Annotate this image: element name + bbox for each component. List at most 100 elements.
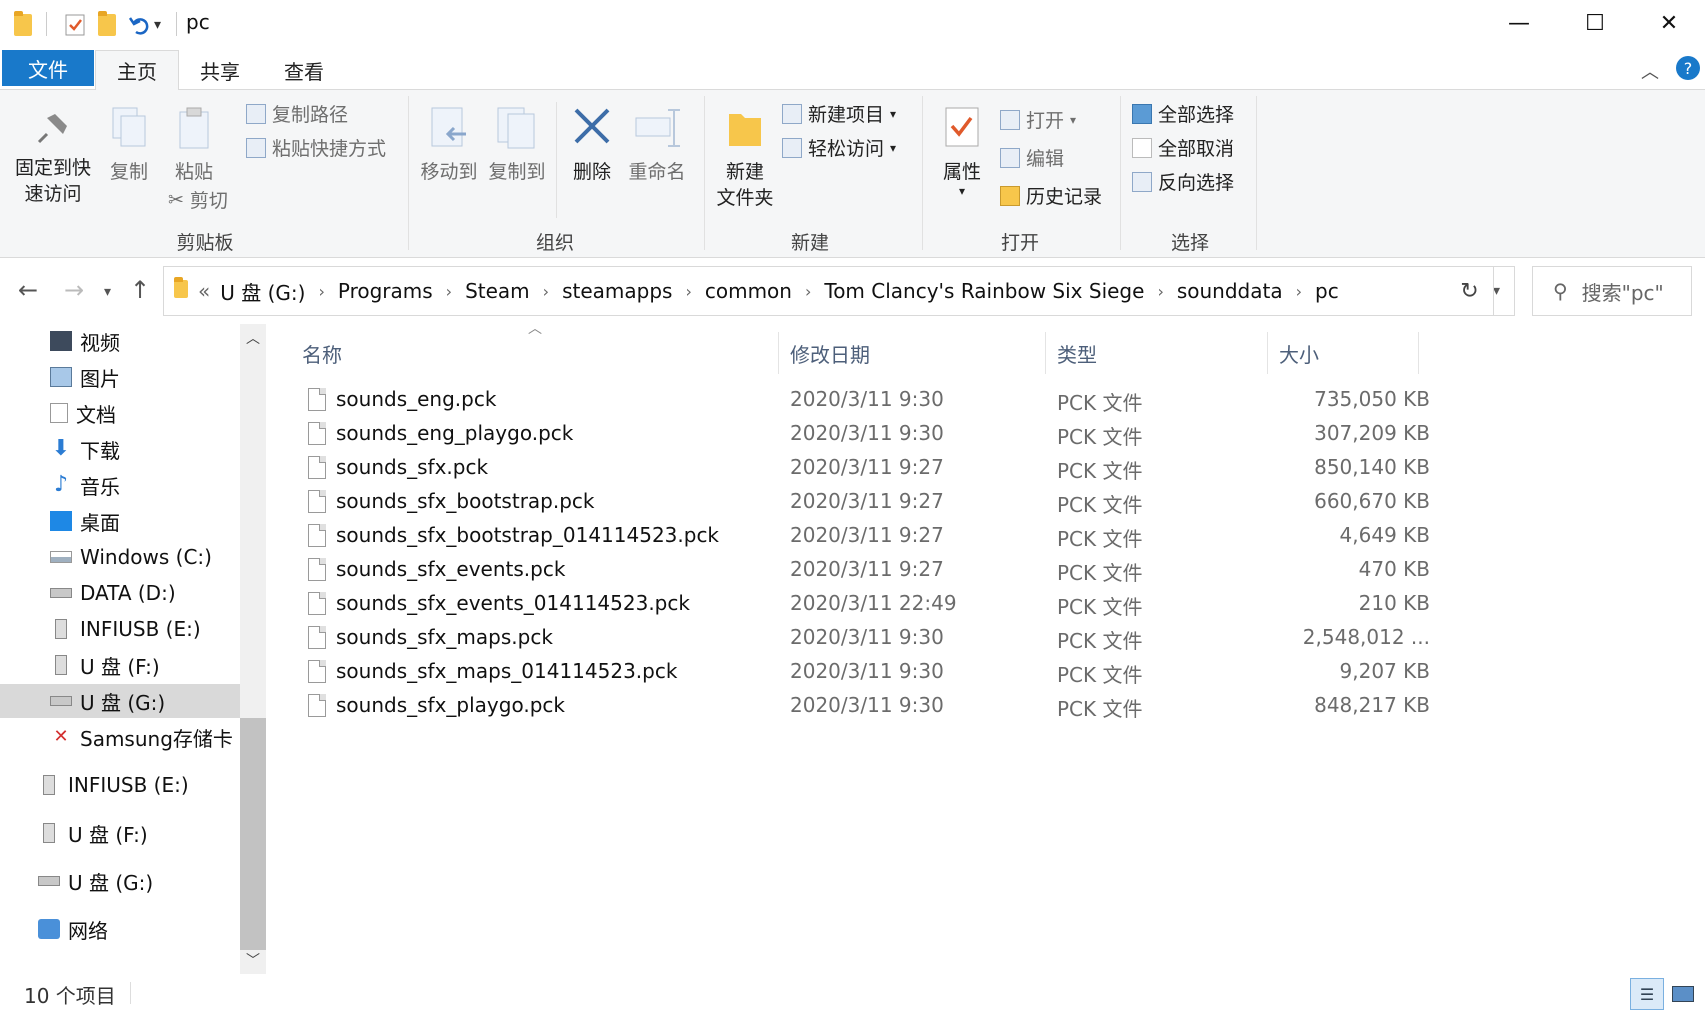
- file-row[interactable]: sounds_eng.pck 2020/3/11 9:30 PCK 文件 735,05…: [290, 382, 1430, 416]
- tab-share[interactable]: 共享: [184, 50, 256, 90]
- file-size: 4,649 KB: [1339, 523, 1430, 547]
- large-icons-view-button[interactable]: [1666, 978, 1700, 1010]
- nav-item-infiusb-e[interactable]: INFIUSB (E:): [38, 768, 240, 802]
- forward-arrow-icon[interactable]: →: [64, 276, 84, 304]
- open-button[interactable]: 打开 ▾: [1000, 106, 1076, 133]
- file-row[interactable]: sounds_sfx_events.pck 2020/3/11 9:27 PCK 文…: [290, 552, 1430, 586]
- breadcrumb-drive[interactable]: U 盘 (G:): [220, 277, 305, 306]
- tab-file[interactable]: 文件: [2, 50, 94, 86]
- tab-view[interactable]: 查看: [268, 50, 340, 90]
- nav-item-documents[interactable]: 文档: [50, 396, 240, 430]
- easy-access-button[interactable]: 轻松访问 ▾: [782, 134, 896, 161]
- column-divider[interactable]: [778, 332, 779, 374]
- new-folder-button[interactable]: 新建 文件夹: [710, 104, 780, 211]
- delete-button[interactable]: 删除: [566, 104, 618, 185]
- paste-shortcut-button[interactable]: 粘贴快捷方式: [246, 134, 386, 161]
- column-header-name[interactable]: 名称: [302, 332, 772, 374]
- nav-scrollbar-thumb[interactable]: [240, 718, 266, 950]
- close-button[interactable]: ✕: [1631, 0, 1705, 46]
- column-header-date[interactable]: 修改日期: [790, 332, 1040, 374]
- nav-item-u-f[interactable]: U 盘 (F:): [38, 816, 240, 850]
- back-arrow-icon[interactable]: ←: [18, 276, 38, 304]
- maximize-button[interactable]: ☐: [1557, 0, 1633, 46]
- column-divider[interactable]: [1267, 332, 1268, 374]
- breadcrumb-separator-icon[interactable]: ›: [805, 282, 811, 301]
- file-row[interactable]: sounds_sfx_maps.pck 2020/3/11 9:30 PCK 文件 2…: [290, 620, 1430, 654]
- breadcrumb-separator-icon[interactable]: ›: [1296, 282, 1302, 301]
- file-row[interactable]: sounds_sfx_bootstrap_014114523.pck 2020/3…: [290, 518, 1430, 552]
- file-row[interactable]: sounds_sfx_bootstrap.pck 2020/3/11 9:27 PC…: [290, 484, 1430, 518]
- properties-quick-icon[interactable]: [64, 12, 86, 38]
- nav-item-drive-d[interactable]: DATA (D:): [50, 576, 240, 610]
- collapse-ribbon-chevron-icon[interactable]: ︿: [1641, 58, 1659, 84]
- nav-item-samsung-card[interactable]: ✕ Samsung存储卡 (: [50, 720, 240, 754]
- nav-item-drive-f[interactable]: U 盘 (F:): [50, 648, 240, 682]
- file-row[interactable]: sounds_sfx_playgo.pck 2020/3/11 9:30 PCK 文…: [290, 688, 1430, 722]
- new-item-button[interactable]: 新建项目 ▾: [782, 100, 896, 127]
- minimize-button[interactable]: —: [1481, 0, 1557, 46]
- scroll-up-icon[interactable]: ︿: [240, 328, 266, 348]
- nav-item-videos[interactable]: 视频: [50, 324, 240, 358]
- up-arrow-icon[interactable]: ↑: [130, 276, 150, 304]
- details-view-button[interactable]: ☰: [1630, 978, 1664, 1010]
- move-to-button[interactable]: 移动到: [416, 104, 482, 185]
- help-button[interactable]: ?: [1676, 56, 1700, 80]
- nav-item-pictures[interactable]: 图片: [50, 360, 240, 394]
- address-bar[interactable]: « U 盘 (G:) › Programs › Steam › steamapps › …: [163, 266, 1515, 316]
- nav-item-drive-e[interactable]: INFIUSB (E:): [50, 612, 240, 646]
- select-all-button[interactable]: 全部选择: [1132, 100, 1234, 127]
- properties-button[interactable]: 属性 ▾: [934, 104, 990, 197]
- file-icon: [308, 558, 326, 581]
- breadcrumb-programs[interactable]: Programs: [338, 279, 433, 303]
- invert-selection-button[interactable]: 反向选择: [1132, 168, 1234, 195]
- search-box[interactable]: ⚲ 搜索"pc": [1532, 266, 1692, 316]
- breadcrumb-steam[interactable]: Steam: [465, 279, 530, 303]
- nav-item-music[interactable]: ♪ 音乐: [50, 468, 240, 502]
- rename-button[interactable]: 重命名: [624, 104, 690, 185]
- nav-item-u-g[interactable]: U 盘 (G:): [38, 864, 240, 898]
- column-header-type[interactable]: 类型: [1057, 332, 1257, 374]
- address-history-chevron-icon[interactable]: ▾: [1493, 283, 1500, 299]
- breadcrumb-separator-icon[interactable]: ›: [1157, 282, 1163, 301]
- nav-item-network[interactable]: 网络: [38, 912, 240, 946]
- new-folder-quick-icon[interactable]: [98, 11, 116, 38]
- breadcrumb-pc[interactable]: pc: [1315, 279, 1339, 303]
- pin-quick-access-button[interactable]: 固定到快 速访问: [8, 108, 98, 207]
- paste-button[interactable]: 粘贴: [168, 104, 220, 185]
- breadcrumb-overflow[interactable]: «: [198, 279, 210, 303]
- customize-toolbar-chevron-icon[interactable]: ▾: [154, 12, 161, 38]
- edit-button[interactable]: 编辑: [1000, 144, 1064, 171]
- nav-item-desktop[interactable]: 桌面: [50, 504, 240, 538]
- column-header-size[interactable]: 大小: [1279, 332, 1419, 374]
- file-date: 2020/3/11 9:30: [790, 387, 944, 411]
- copy-button[interactable]: 复制: [104, 104, 154, 185]
- breadcrumb-separator-icon[interactable]: ›: [446, 282, 452, 301]
- recent-locations-chevron-icon[interactable]: ▾: [104, 284, 111, 300]
- breadcrumb-separator-icon[interactable]: ›: [318, 282, 324, 301]
- nav-item-drive-c[interactable]: Windows (C:): [50, 540, 240, 574]
- undo-icon[interactable]: [128, 12, 152, 38]
- nav-item-downloads[interactable]: ⬇ 下载: [50, 432, 240, 466]
- tab-home[interactable]: 主页: [95, 50, 179, 91]
- column-divider[interactable]: [1418, 332, 1419, 374]
- breadcrumb-separator-icon[interactable]: ›: [685, 282, 691, 301]
- new-item-icon: [782, 103, 802, 124]
- breadcrumb-common[interactable]: common: [705, 279, 792, 303]
- refresh-button[interactable]: ↻: [1446, 266, 1494, 316]
- select-none-button[interactable]: 全部取消: [1132, 134, 1234, 161]
- breadcrumb-sounddata[interactable]: sounddata: [1177, 279, 1283, 303]
- file-row[interactable]: sounds_sfx.pck 2020/3/11 9:27 PCK 文件 850,14…: [290, 450, 1430, 484]
- copy-to-button[interactable]: 复制到: [484, 104, 550, 185]
- breadcrumb-separator-icon[interactable]: ›: [543, 282, 549, 301]
- cut-button[interactable]: ✂ 剪切: [168, 186, 228, 213]
- nav-item-drive-g[interactable]: U 盘 (G:): [0, 684, 240, 718]
- file-row[interactable]: sounds_sfx_maps_014114523.pck 2020/3/11 9…: [290, 654, 1430, 688]
- breadcrumb-game[interactable]: Tom Clancy's Rainbow Six Siege: [824, 279, 1144, 303]
- copy-path-button[interactable]: 复制路径: [246, 100, 348, 127]
- file-row[interactable]: sounds_eng_playgo.pck 2020/3/11 9:30 PCK 文…: [290, 416, 1430, 450]
- file-row[interactable]: sounds_sfx_events_014114523.pck 2020/3/11…: [290, 586, 1430, 620]
- column-divider[interactable]: [1045, 332, 1046, 374]
- scroll-down-icon[interactable]: ﹀: [240, 950, 266, 970]
- history-button[interactable]: 历史记录: [1000, 182, 1102, 209]
- breadcrumb-steamapps[interactable]: steamapps: [562, 279, 672, 303]
